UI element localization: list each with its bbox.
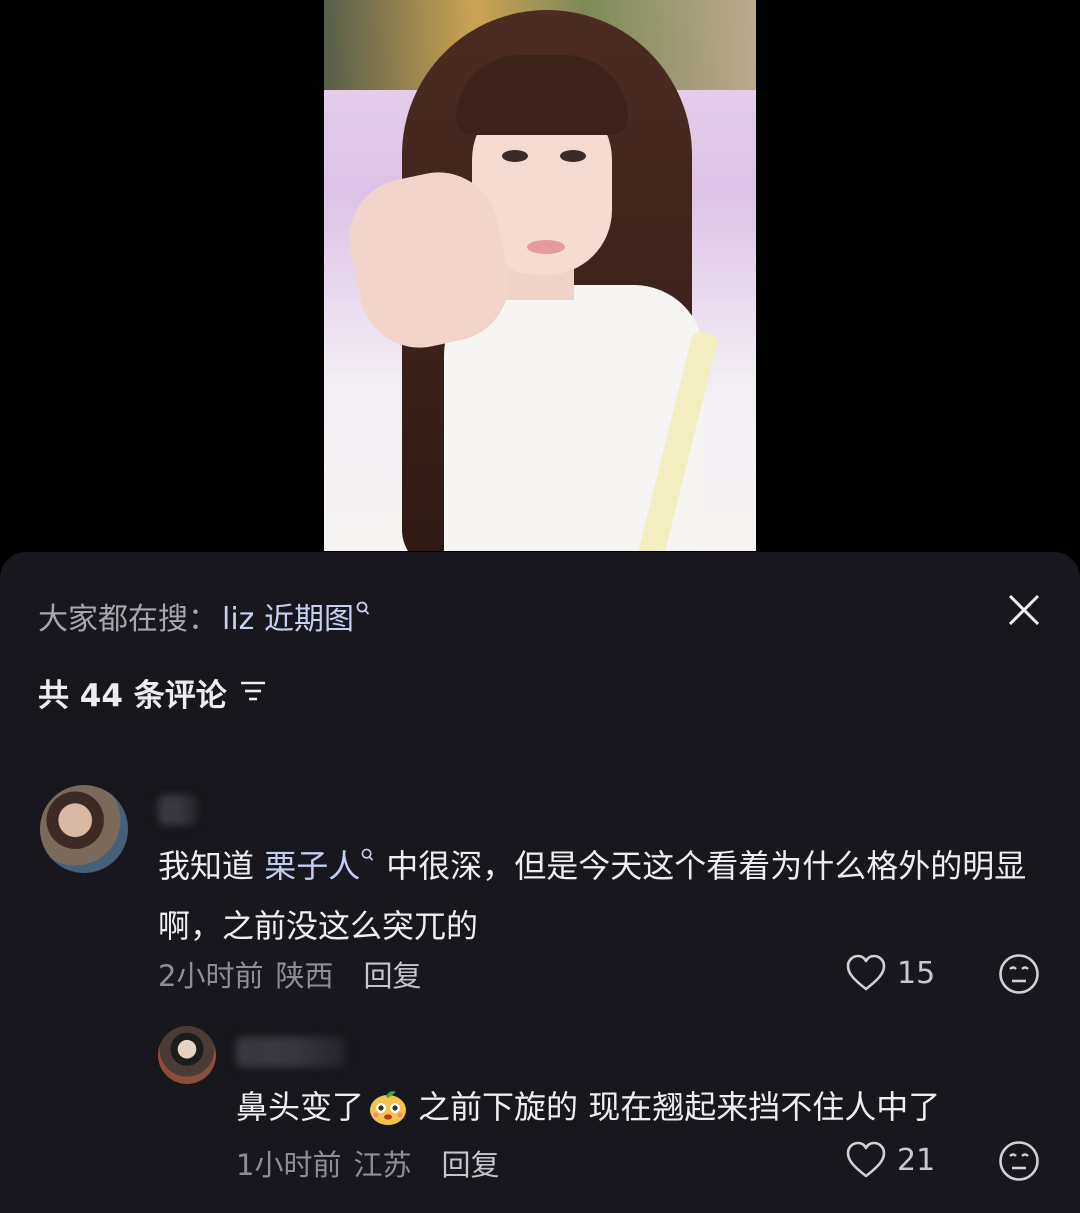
meh-face-icon[interactable] bbox=[998, 953, 1040, 995]
heart-icon bbox=[846, 954, 886, 991]
comment-text-part: 之前下旋的 现在翘起来挡不住人中了 bbox=[418, 1088, 941, 1126]
comment-text-part: 我知道 bbox=[158, 847, 255, 885]
heart-icon bbox=[846, 1141, 886, 1178]
close-icon[interactable] bbox=[1002, 588, 1046, 632]
comment-meta: 1小时前 江苏 回复 bbox=[236, 1142, 499, 1184]
filter-icon[interactable] bbox=[239, 675, 267, 711]
left-eye-shape bbox=[502, 150, 528, 162]
comment-text-part: 鼻头变了 bbox=[236, 1088, 365, 1126]
like-count: 21 bbox=[897, 1142, 936, 1178]
trending-search-keyword[interactable]: liz 近期图 bbox=[222, 594, 354, 638]
like-button[interactable]: 15 bbox=[845, 954, 935, 992]
username-blurred[interactable] bbox=[236, 1037, 346, 1067]
comment-text: 鼻头变了 之前下旋的 现在翘起来挡不住人中了 bbox=[236, 1080, 1036, 1134]
comment-count-text: 共 44 条评论 bbox=[38, 678, 227, 714]
right-eye-shape bbox=[560, 150, 586, 162]
avatar[interactable] bbox=[40, 785, 128, 873]
comment-time: 1小时前 bbox=[236, 1148, 342, 1182]
lips-shape bbox=[527, 240, 565, 254]
trending-search-prefix: 大家都在搜： bbox=[38, 602, 218, 637]
search-icon bbox=[361, 848, 374, 867]
comment-count-header: 共 44 条评论 bbox=[38, 670, 267, 715]
comment-location: 陕西 bbox=[275, 959, 334, 993]
username-blurred[interactable] bbox=[158, 795, 198, 825]
reply-button[interactable]: 回复 bbox=[441, 1142, 499, 1184]
like-button[interactable]: 21 bbox=[845, 1141, 935, 1179]
reply-button[interactable]: 回复 bbox=[363, 953, 421, 995]
trending-search[interactable]: 大家都在搜： liz 近期图 bbox=[38, 594, 370, 638]
meh-face-icon[interactable] bbox=[998, 1140, 1040, 1182]
comment-text: 我知道 栗子人 中很深，但是今天这个看着为什么格外的明显啊，之前没这么突兀的 bbox=[158, 839, 1038, 953]
comment-location: 江苏 bbox=[353, 1148, 412, 1182]
search-icon bbox=[356, 601, 370, 621]
like-count: 15 bbox=[897, 955, 936, 991]
comment-panel: 大家都在搜： liz 近期图 共 44 条评论 我知道 栗子人 中很深，但是今天这… bbox=[0, 552, 1080, 1213]
comment-meta: 2小时前 陕西 回复 bbox=[158, 953, 421, 995]
video-frame[interactable] bbox=[324, 0, 756, 551]
bangs-shape bbox=[456, 55, 628, 135]
avatar[interactable] bbox=[158, 1026, 216, 1084]
mango-emoji-icon bbox=[368, 1088, 408, 1126]
comment-time: 2小时前 bbox=[158, 959, 264, 993]
mention-link[interactable]: 栗子人 bbox=[264, 847, 360, 885]
